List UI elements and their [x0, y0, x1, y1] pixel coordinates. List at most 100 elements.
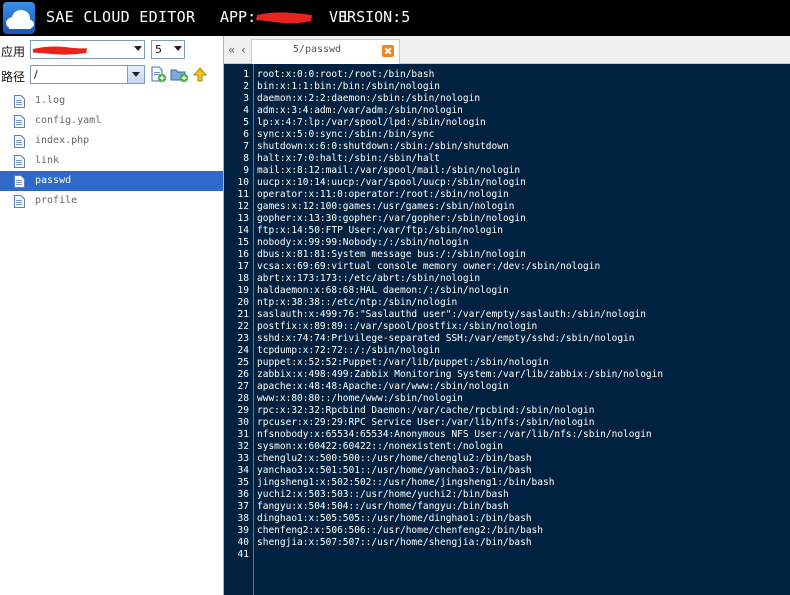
file-list-item[interactable]: config.yaml [0, 111, 223, 131]
code-line: tcpdump:x:72:72::/:/sbin/nologin [257, 345, 441, 356]
code-line: rpcuser:x:29:29:RPC Service User:/var/li… [257, 417, 595, 428]
code-line: uucp:x:10:14:uucp:/var/spool/uucp:/sbin/… [257, 177, 526, 188]
line-number: 21 [237, 309, 249, 320]
file-list-item[interactable]: 1.log [0, 91, 223, 111]
line-number: 34 [237, 465, 249, 476]
redaction-mark [255, 12, 313, 24]
collapse-sidebar-button[interactable]: « [226, 41, 237, 59]
file-list: 1.log config.yaml index.php link passwd profi… [0, 91, 223, 211]
code-line: shutdown:x:6:0:shutdown:/sbin:/sbin/shut… [257, 141, 509, 152]
file-list-item[interactable]: profile [0, 191, 223, 211]
code-line: sync:x:5:0:sync:/sbin:/bin/sync [257, 129, 435, 140]
version-select-value: 5 [155, 43, 162, 56]
tab-label: 5/passwd [292, 44, 342, 55]
app-prefix: APP: [220, 8, 257, 26]
code-line: sshd:x:74:74:Privilege-separated SSH:/va… [257, 333, 635, 344]
path-dropdown-button[interactable] [127, 66, 144, 83]
new-folder-icon[interactable] [170, 66, 188, 83]
app-header: SAE CLOUD EDITOR APP: 1 VERSION:5 [0, 0, 790, 36]
new-file-icon[interactable] [149, 66, 167, 83]
file-list-item[interactable]: index.php [0, 131, 223, 151]
line-number: 10 [237, 177, 249, 188]
line-number: 20 [237, 297, 249, 308]
code-line: nfsnobody:x:65534:65534:Anonymous NFS Us… [257, 429, 652, 440]
line-number: 16 [237, 249, 249, 260]
line-number: 15 [237, 237, 249, 248]
app-select[interactable] [30, 40, 145, 59]
version-label: VERSION:5 [329, 8, 411, 26]
line-number: 31 [237, 429, 249, 440]
line-number: 1 [243, 69, 249, 80]
line-number: 3 [243, 93, 249, 104]
file-name: 1.log [35, 95, 66, 106]
file-icon [14, 195, 25, 208]
code-line: halt:x:7:0:halt:/sbin:/sbin/halt [257, 153, 441, 164]
line-number: 38 [237, 513, 249, 524]
file-name: passwd [35, 175, 72, 186]
line-number: 22 [237, 321, 249, 332]
line-number: 17 [237, 261, 249, 272]
tab-scroll-left-button[interactable]: ‹ [238, 41, 249, 59]
line-number: 37 [237, 501, 249, 512]
version-select[interactable]: 5 [151, 40, 185, 59]
code-line: puppet:x:52:52:Puppet:/var/lib/puppet:/s… [257, 357, 549, 368]
file-name: index.php [35, 135, 90, 146]
file-name: profile [35, 195, 78, 206]
file-list-item[interactable]: passwd [0, 171, 223, 191]
line-number: 5 [243, 117, 249, 128]
line-number: 7 [243, 141, 249, 152]
code-line: dbus:x:81:81:System message bus:/:/sbin/… [257, 249, 526, 260]
editor-tabbar: « ‹ 5/passwd [224, 36, 790, 64]
line-number: 14 [237, 225, 249, 236]
file-name: link [35, 155, 60, 166]
code-line: operator:x:11:0:operator:/root:/sbin/nol… [257, 189, 509, 200]
line-number: 8 [243, 153, 249, 164]
line-number: 36 [237, 489, 249, 500]
chevron-down-icon [134, 46, 142, 51]
code-line: nobody:x:99:99:Nobody:/:/sbin/nologin [257, 237, 469, 248]
line-number: 2 [243, 81, 249, 92]
line-number: 12 [237, 201, 249, 212]
file-icon [14, 135, 25, 148]
code-line: rpc:x:32:32:Rpcbind Daemon:/var/cache/rp… [257, 405, 595, 416]
path-input[interactable] [31, 66, 126, 83]
file-list-item[interactable]: link [0, 151, 223, 171]
line-number: 18 [237, 273, 249, 284]
line-number: 13 [237, 213, 249, 224]
code-line: chenglu2:x:500:500::/usr/home/chenglu2:/… [257, 453, 532, 464]
code-line: vcsa:x:69:69:virtual console memory owne… [257, 261, 601, 272]
code-line: www:x:80:80::/home/www:/sbin/nologin [257, 393, 463, 404]
line-number-gutter: 1 2 3 4 5 6 7 8 9 10 11 12 13 14 15 16 17 18 19 20 21 22 23 24 2… [224, 64, 254, 595]
code-line: ntp:x:38:38::/etc/ntp:/sbin/nologin [257, 297, 458, 308]
code-line: mail:x:8:12:mail:/var/spool/mail:/sbin/n… [257, 165, 521, 176]
path-combobox[interactable] [30, 65, 145, 84]
code-editor[interactable]: 1 2 3 4 5 6 7 8 9 10 11 12 13 14 15 16 17 18 19 20 21 22 23 24 2… [224, 64, 790, 595]
code-line: games:x:12:100:games:/usr/games:/sbin/no… [257, 201, 515, 212]
tab-passwd[interactable]: 5/passwd [251, 39, 400, 64]
line-number: 32 [237, 441, 249, 452]
code-line: haldaemon:x:68:68:HAL daemon:/:/sbin/nol… [257, 285, 509, 296]
code-line: yanchao3:x:501:501::/usr/home/yanchao3:/… [257, 465, 532, 476]
code-line: abrt:x:173:173::/etc/abrt:/sbin/nologin [257, 273, 481, 284]
line-number: 35 [237, 477, 249, 488]
code-line: jingsheng1:x:502:502::/usr/home/jingshen… [257, 477, 555, 488]
code-line: root:x:0:0:root:/root:/bin/bash [257, 69, 435, 80]
line-number: 29 [237, 405, 249, 416]
line-number: 9 [243, 165, 249, 176]
code-line: chenfeng2:x:506:506::/usr/home/chenfeng2… [257, 525, 543, 536]
sae-cloud-logo-icon [3, 2, 35, 34]
code-line: apache:x:48:48:Apache:/var/www:/sbin/nol… [257, 381, 509, 392]
close-icon[interactable] [382, 45, 394, 57]
line-number: 11 [237, 189, 249, 200]
line-number: 30 [237, 417, 249, 428]
code-line: bin:x:1:1:bin:/bin:/sbin/nologin [257, 81, 441, 92]
path-row: 路径 [0, 65, 224, 85]
line-number: 6 [243, 129, 249, 140]
app-selector-row: 应用 5 [0, 40, 224, 60]
line-number: 40 [237, 537, 249, 548]
file-icon [14, 95, 25, 108]
app-select-label: 应用 [1, 45, 26, 59]
up-folder-icon[interactable] [191, 66, 209, 83]
line-number: 25 [237, 357, 249, 368]
code-line: ftp:x:14:50:FTP User:/var/ftp:/sbin/nolo… [257, 225, 503, 236]
